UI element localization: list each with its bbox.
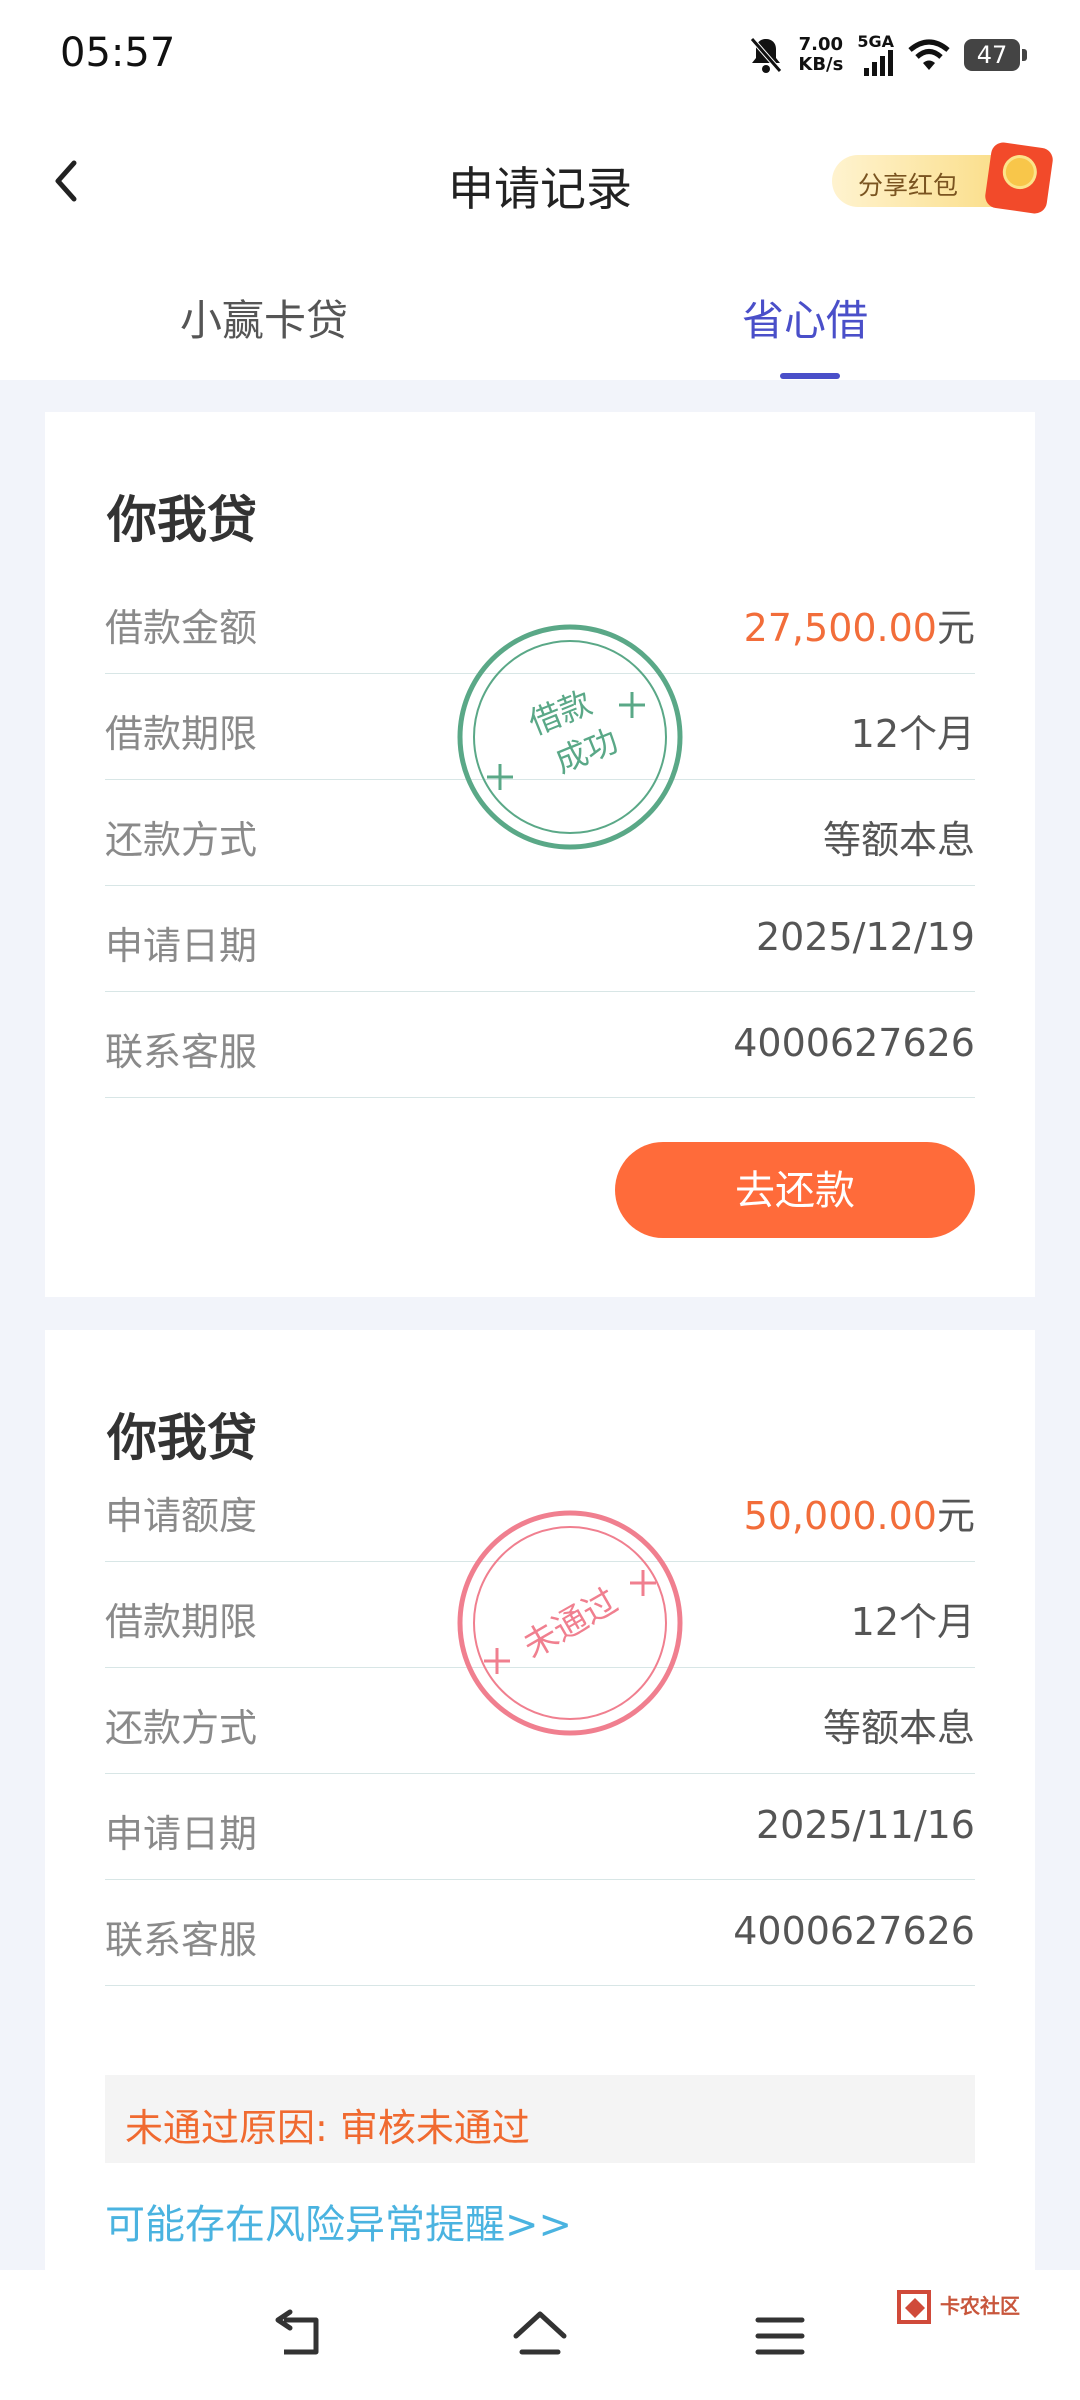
- row-label: 申请日期: [105, 1812, 258, 1856]
- status-icons: 7.00 KB/s 5GA 47: [748, 30, 1027, 80]
- row-label: 还款方式: [105, 1706, 258, 1750]
- rejection-reason-text: 未通过原因: 审核未通过: [125, 2106, 530, 2150]
- loan-record-card: 你我贷 借款金额 27,500.00元 借款期限 12个月 还款方式 等额本息 …: [45, 412, 1035, 1297]
- net-speed: 7.00 KB/s: [798, 35, 843, 75]
- net-speed-unit: KB/s: [798, 54, 844, 75]
- customer-service-phone[interactable]: 4000627626: [733, 1021, 975, 1065]
- loan-record-card: 你我贷 申请额度 50,000.00元 借款期限 12个月 还款方式 等额本息 …: [45, 1330, 1035, 2400]
- amount-value: 50,000.00: [743, 1494, 937, 1538]
- repay-button[interactable]: 去还款: [615, 1142, 975, 1238]
- info-row-apply-date: 申请日期 2025/11/16: [105, 1773, 975, 1880]
- rejected-stamp: 未通过: [457, 1510, 683, 1736]
- share-red-packet-button[interactable]: 分享红包: [832, 141, 1055, 215]
- row-label: 联系客服: [105, 1030, 258, 1074]
- status-bar: 05:57 7.00 KB/s 5GA 47: [0, 0, 1080, 115]
- amount-unit: 元: [936, 606, 975, 650]
- system-nav-bar: 卡农社区: [0, 2270, 1080, 2400]
- amount-value: 27,500.00: [743, 606, 937, 650]
- share-button-label: 分享红包: [858, 171, 959, 200]
- tab-bar: 小赢卡贷 省心借: [0, 245, 1080, 380]
- loan-success-stamp: 借款 成功: [457, 624, 683, 850]
- nav-back-icon[interactable]: [270, 2308, 330, 2364]
- row-value: 等额本息: [822, 818, 975, 862]
- tab-shengxin-jie[interactable]: 省心借: [742, 287, 868, 348]
- status-time: 05:57: [60, 30, 176, 76]
- row-label: 联系客服: [105, 1918, 258, 1962]
- row-value: 50,000.00元: [744, 1485, 975, 1540]
- rejection-reason-box: 未通过原因: 审核未通过: [105, 2075, 975, 2163]
- row-label: 借款期限: [105, 1600, 258, 1644]
- card-title: 你我贷: [107, 491, 257, 549]
- row-value: 12个月: [850, 712, 975, 756]
- stamp-text: 未通过: [516, 1581, 624, 1667]
- red-packet-icon: [983, 141, 1055, 215]
- app-header: 申请记录 分享红包: [0, 115, 1080, 245]
- watermark: 卡农社区: [895, 2282, 1065, 2392]
- amount-unit: 元: [936, 1494, 975, 1538]
- row-value: 等额本息: [822, 1706, 975, 1750]
- nav-menu-icon[interactable]: [750, 2308, 810, 2364]
- nav-home-icon[interactable]: [510, 2308, 570, 2364]
- watermark-logo-icon: [897, 2290, 931, 2324]
- row-label: 借款期限: [105, 712, 258, 756]
- active-tab-indicator: [780, 373, 840, 379]
- wifi-icon: [908, 39, 950, 70]
- battery-indicator: 47: [964, 39, 1027, 71]
- watermark-text: 卡农社区: [940, 2294, 1020, 2318]
- row-label: 还款方式: [105, 818, 258, 862]
- info-row-apply-date: 申请日期 2025/12/19: [105, 885, 975, 992]
- row-label: 申请日期: [105, 924, 258, 968]
- customer-service-phone[interactable]: 4000627626: [733, 1909, 975, 1953]
- row-value: 27,500.00元: [744, 597, 975, 652]
- signal-bars-icon: [864, 50, 893, 76]
- tab-xiaoying-card-loan[interactable]: 小赢卡贷: [180, 287, 348, 348]
- row-label: 申请额度: [105, 1494, 258, 1538]
- info-row-customer-service: 联系客服 4000627626: [105, 1879, 975, 1986]
- row-value: 2025/11/16: [755, 1803, 975, 1847]
- row-label: 借款金额: [105, 606, 258, 650]
- cell-signal: 5GA: [857, 34, 894, 76]
- info-row-customer-service: 联系客服 4000627626: [105, 991, 975, 1098]
- mute-bell-icon: [750, 37, 783, 73]
- row-value: 2025/12/19: [755, 915, 975, 959]
- row-value: 12个月: [850, 1600, 975, 1644]
- risk-alert-link[interactable]: 可能存在风险异常提醒>>: [105, 2192, 572, 2250]
- net-speed-value: 7.00: [798, 34, 844, 55]
- network-type: 5GA: [857, 32, 894, 51]
